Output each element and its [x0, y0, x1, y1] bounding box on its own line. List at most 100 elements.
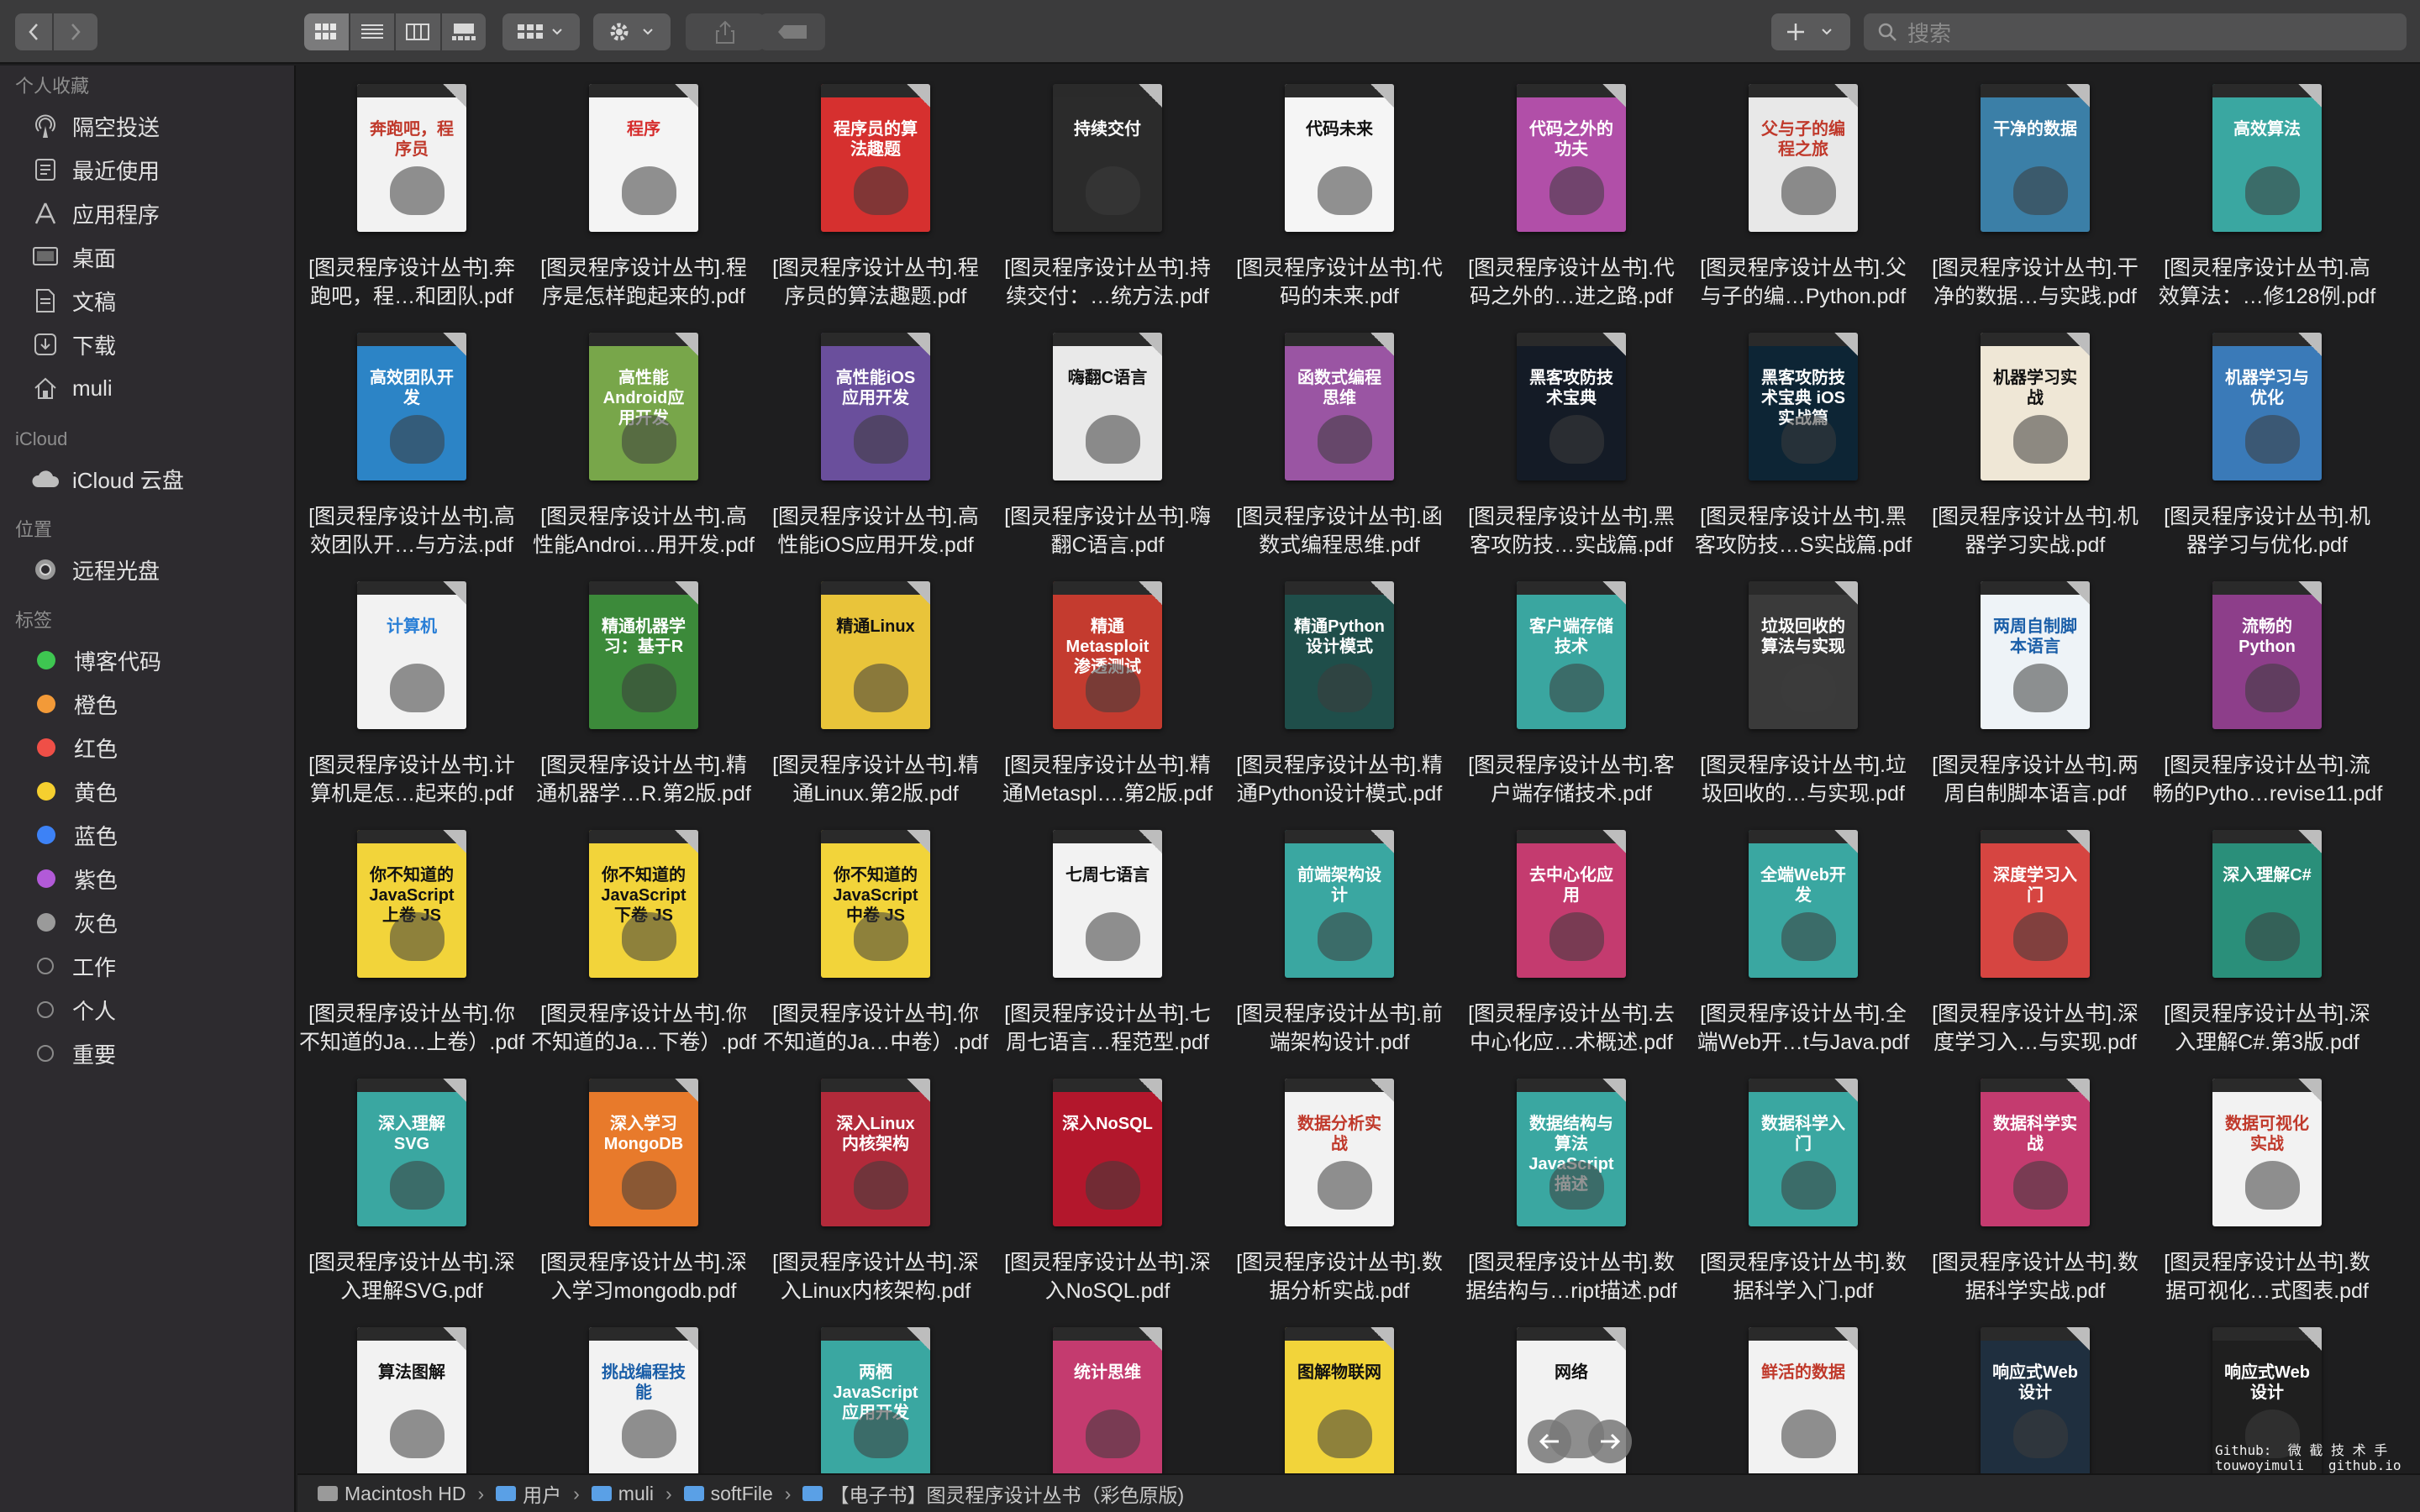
- sidebar-tag-item[interactable]: 博客代码: [0, 638, 296, 682]
- sidebar-item-documents[interactable]: 文稿: [0, 279, 296, 323]
- file-item[interactable]: 流畅的Python [图灵程序设计丛书].流 畅的Pytho…revise11.pd…: [2153, 563, 2382, 806]
- file-name: [图灵程序设计丛书].深 入理解SVG.pdf: [297, 1248, 526, 1305]
- file-item[interactable]: 精通Python设计模式 [图灵程序设计丛书].精 通Python设计模式.pdf: [1225, 563, 1454, 806]
- file-item[interactable]: 代码之外的功夫 [图灵程序设计丛书].代 码之外的…进之路.pdf: [1457, 66, 1686, 308]
- next-button[interactable]: [1588, 1420, 1632, 1463]
- file-item[interactable]: 数据科学实战 [图灵程序设计丛书].数 据科学实战.pdf: [1921, 1060, 2149, 1303]
- file-item[interactable]: 精通Metasploit渗透测试 [图灵程序设计丛书].精通Metaspl….第2…: [993, 563, 1222, 806]
- path-crumb[interactable]: muli: [591, 1483, 654, 1505]
- file-item[interactable]: 高效团队开发 [图灵程序设计丛书].高 效团队开…与方法.pdf: [297, 314, 526, 557]
- file-item[interactable]: 深入学习MongoDB [图灵程序设计丛书].深 入学习mongodb.pdf: [529, 1060, 758, 1303]
- file-item[interactable]: 嗨翻C语言 [图灵程序设计丛书].嗨 翻C语言.pdf: [993, 314, 1222, 557]
- file-item[interactable]: 计算机 [图灵程序设计丛书].计 算机是怎…起来的.pdf: [297, 563, 526, 806]
- path-crumb[interactable]: 用户: [496, 1479, 561, 1508]
- path-crumb[interactable]: softFile: [683, 1483, 773, 1505]
- file-item[interactable]: 代码未来 [图灵程序设计丛书].代 码的未来.pdf: [1225, 66, 1454, 308]
- file-item[interactable]: 你不知道的JavaScript 中卷 JS [图灵程序设计丛书].你不知道的Ja……: [761, 811, 990, 1054]
- file-item[interactable]: 算法图解: [297, 1309, 526, 1473]
- file-item[interactable]: 黑客攻防技术宝典 [图灵程序设计丛书].黑 客攻防技…实战篇.pdf: [1457, 314, 1686, 557]
- pdf-thumbnail: 高性能Android应用开发: [589, 333, 698, 480]
- forward-button[interactable]: [54, 13, 97, 50]
- file-item[interactable]: 你不知道的JavaScript 上卷 JS [图灵程序设计丛书].你不知道的Ja……: [297, 811, 526, 1054]
- file-item[interactable]: 全端Web开发 [图灵程序设计丛书].全 端Web开…t与Java.pdf: [1689, 811, 1918, 1054]
- file-item[interactable]: 精通机器学习：基于R [图灵程序设计丛书].精 通机器学…R.第2版.pdf: [529, 563, 758, 806]
- file-item[interactable]: 机器学习实战 [图灵程序设计丛书].机 器学习实战.pdf: [1921, 314, 2149, 557]
- sidebar-tag-item[interactable]: 红色: [0, 726, 296, 769]
- file-item[interactable]: 机器学习与优化 [图灵程序设计丛书].机 器学习与优化.pdf: [2153, 314, 2381, 557]
- file-item[interactable]: 奔跑吧，程序员 [图灵程序设计丛书].奔 跑吧，程…和团队.pdf: [297, 66, 526, 308]
- file-item[interactable]: 数据结构与算法JavaScript描述 [图灵程序设计丛书].数据结构与…ript…: [1457, 1060, 1686, 1303]
- sidebar-item-remote-disc[interactable]: 远程光盘: [0, 548, 296, 591]
- sidebar-item-desktop[interactable]: 桌面: [0, 235, 296, 279]
- file-item[interactable]: 前端架构设计 [图灵程序设计丛书].前 端架构设计.pdf: [1225, 811, 1454, 1054]
- file-item[interactable]: 两周自制脚本语言 [图灵程序设计丛书].两 周自制脚本语言.pdf: [1921, 563, 2149, 806]
- icon-view-button[interactable]: [304, 13, 350, 50]
- file-item[interactable]: 干净的数据 [图灵程序设计丛书].干 净的数据…与实践.pdf: [1921, 66, 2149, 308]
- file-item[interactable]: 垃圾回收的算法与实现 [图灵程序设计丛书].垃 圾回收的…与实现.pdf: [1689, 563, 1918, 806]
- file-item[interactable]: 深度学习入门 [图灵程序设计丛书].深 度学习入…与实现.pdf: [1921, 811, 2149, 1054]
- page-curl-icon: [2298, 84, 2322, 108]
- sidebar-item-applications[interactable]: 应用程序: [0, 192, 296, 235]
- file-item[interactable]: 数据分析实战 [图灵程序设计丛书].数 据分析实战.pdf: [1225, 1060, 1454, 1303]
- previous-button[interactable]: [1528, 1420, 1571, 1463]
- sidebar-tag-item[interactable]: 黄色: [0, 769, 296, 813]
- file-name-line-2: 不知道的Ja…中卷）.pdf: [762, 1031, 989, 1054]
- file-item[interactable]: 网络: [1457, 1309, 1686, 1473]
- share-button[interactable]: [686, 13, 765, 50]
- path-crumb[interactable]: Macintosh HD: [318, 1483, 466, 1505]
- file-item[interactable]: 数据可视化实战 [图灵程序设计丛书].数 据可视化…式图表.pdf: [2153, 1060, 2381, 1303]
- sidebar-tag-item[interactable]: 重要: [0, 1032, 296, 1075]
- file-item[interactable]: 高性能Android应用开发 [图灵程序设计丛书].高性能Androi…用开发.p…: [529, 314, 758, 557]
- file-item[interactable]: 程序员的算法趣题 [图灵程序设计丛书].程 序员的算法趣题.pdf: [761, 66, 990, 308]
- file-item[interactable]: 深入Linux内核架构 [图灵程序设计丛书].深 入Linux内核架构.pdf: [761, 1060, 990, 1303]
- file-item[interactable]: 你不知道的JavaScript 下卷 JS [图灵程序设计丛书].你不知道的Ja……: [529, 811, 758, 1054]
- file-item[interactable]: 深入NoSQL [图灵程序设计丛书].深 入NoSQL.pdf: [993, 1060, 1222, 1303]
- file-item[interactable]: 深入理解C# [图灵程序设计丛书].深 入理解C#.第3版.pdf: [2153, 811, 2381, 1054]
- list-view-button[interactable]: [350, 13, 396, 50]
- pdf-thumbnail: 响应式Web设计: [1981, 1327, 2090, 1473]
- sidebar-item-icloud-drive[interactable]: iCloud 云盘: [0, 457, 296, 501]
- sidebar-item-airdrop[interactable]: 隔空投送: [0, 104, 296, 148]
- file-name-line-1: [图灵程序设计丛书].代: [1468, 256, 1675, 280]
- file-item[interactable]: 挑战编程技能: [529, 1309, 758, 1473]
- file-item[interactable]: 高效算法 [图灵程序设计丛书].高 效算法：…修128例.pdf: [2153, 66, 2381, 308]
- file-item[interactable]: 去中心化应用 [图灵程序设计丛书].去 中心化应…术概述.pdf: [1457, 811, 1686, 1054]
- file-item[interactable]: 黑客攻防技术宝典 iOS实战篇 [图灵程序设计丛书].黑客攻防技…S实战篇.pdf: [1689, 314, 1918, 557]
- page-curl-icon: [1370, 1327, 1394, 1351]
- sidebar-item-downloads[interactable]: 下载: [0, 323, 296, 366]
- file-item[interactable]: 数据科学入门 [图灵程序设计丛书].数 据科学入门.pdf: [1689, 1060, 1918, 1303]
- sidebar-item-home[interactable]: muli: [0, 366, 296, 410]
- sidebar-tag-item[interactable]: 灰色: [0, 900, 296, 944]
- file-item[interactable]: 程序 [图灵程序设计丛书].程 序是怎样跑起来的.pdf: [529, 66, 758, 308]
- group-by-button[interactable]: [502, 13, 580, 50]
- file-item[interactable]: 深入理解SVG [图灵程序设计丛书].深 入理解SVG.pdf: [297, 1060, 526, 1303]
- sidebar-tag-item[interactable]: 紫色: [0, 857, 296, 900]
- file-item[interactable]: 鲜活的数据: [1689, 1309, 1918, 1473]
- file-item[interactable]: 父与子的编程之旅 [图灵程序设计丛书].父 与子的编…Python.pdf: [1689, 66, 1918, 308]
- tag-button[interactable]: [760, 13, 825, 50]
- file-item[interactable]: 高性能iOS应用开发 [图灵程序设计丛书].高 性能iOS应用开发.pdf: [761, 314, 990, 557]
- file-item[interactable]: 七周七语言 [图灵程序设计丛书].七 周七语言…程范型.pdf: [993, 811, 1222, 1054]
- file-item[interactable]: 持续交付 [图灵程序设计丛书].持 续交付：…统方法.pdf: [993, 66, 1222, 308]
- file-item[interactable]: 统计思维: [993, 1309, 1222, 1473]
- file-item[interactable]: 函数式编程思维 [图灵程序设计丛书].函 数式编程思维.pdf: [1225, 314, 1454, 557]
- sidebar-tag-item[interactable]: 工作: [0, 944, 296, 988]
- cover-title: 高性能iOS应用开发: [835, 369, 916, 407]
- file-item[interactable]: 精通Linux [图灵程序设计丛书].精 通Linux.第2版.pdf: [761, 563, 990, 806]
- file-item[interactable]: 响应式Web设计: [1921, 1309, 2149, 1473]
- search-field[interactable]: 搜索: [1864, 13, 2407, 50]
- file-item[interactable]: 图解物联网: [1225, 1309, 1454, 1473]
- file-item[interactable]: 客户端存储技术 [图灵程序设计丛书].客 户端存储技术.pdf: [1457, 563, 1686, 806]
- new-item-button[interactable]: [1771, 13, 1850, 50]
- sidebar-item-recents[interactable]: 最近使用: [0, 148, 296, 192]
- action-menu-button[interactable]: [593, 13, 671, 50]
- column-view-button[interactable]: [396, 13, 442, 50]
- file-name-line-1: [图灵程序设计丛书].机: [1932, 505, 2139, 528]
- path-crumb[interactable]: 【电子书】图灵程序设计丛书（彩色原版): [802, 1479, 1184, 1508]
- sidebar-tag-item[interactable]: 橙色: [0, 682, 296, 726]
- gallery-view-button[interactable]: [441, 13, 486, 50]
- back-button[interactable]: [15, 13, 52, 50]
- file-item[interactable]: 两栖JavaScript应用开发: [761, 1309, 990, 1473]
- sidebar-tag-item[interactable]: 蓝色: [0, 813, 296, 857]
- sidebar-tag-item[interactable]: 个人: [0, 988, 296, 1032]
